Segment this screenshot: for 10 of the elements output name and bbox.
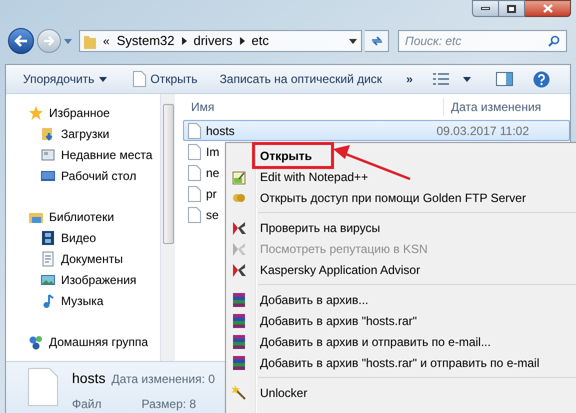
file-name: hosts xyxy=(206,122,235,140)
file-name: pr xyxy=(206,186,217,202)
details-name: hosts xyxy=(72,369,106,388)
file-name: ne xyxy=(206,164,220,182)
details-date: Дата изменения: 0 xyxy=(111,371,215,388)
details-type: Файл xyxy=(72,396,102,413)
file-date: 09.03.2017 11:02 xyxy=(436,122,529,140)
file-name: se xyxy=(206,206,219,224)
details-size: Размер: 8 xyxy=(142,396,196,413)
file-name: Im xyxy=(206,144,220,160)
